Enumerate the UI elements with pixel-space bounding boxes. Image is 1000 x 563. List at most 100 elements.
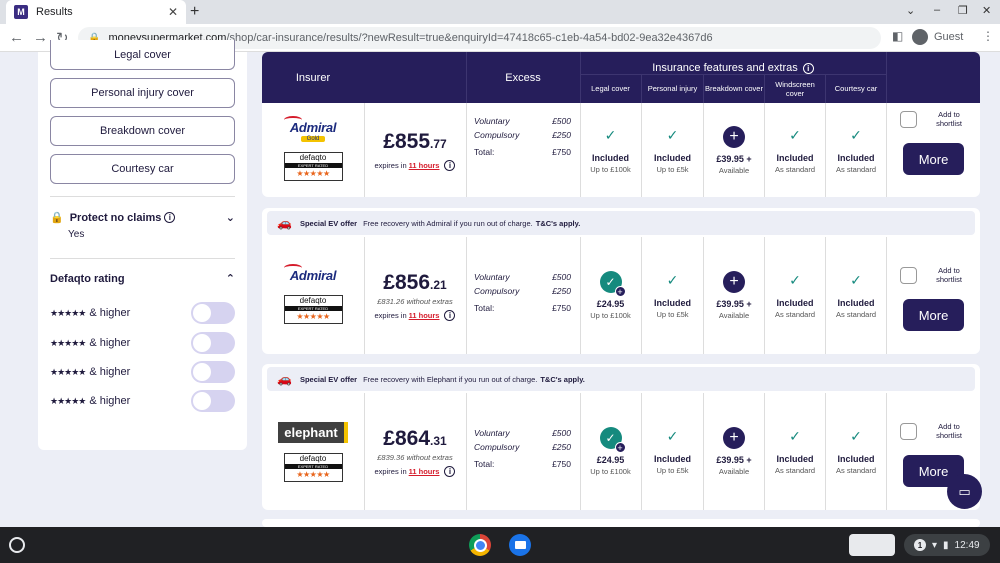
forward-icon[interactable]: →	[33, 29, 48, 46]
features-title-text: Insurance features and extras	[652, 62, 798, 74]
expires-hours[interactable]: 11 hours	[409, 311, 440, 320]
expires-notice: expires in 11 hours i	[375, 309, 456, 321]
check-icon: ✓	[850, 428, 862, 444]
voluntary-value: £500	[552, 272, 571, 282]
feature-sub: As standard	[774, 466, 816, 475]
chevron-down-icon[interactable]: ⌄	[906, 4, 915, 17]
expires-hours[interactable]: 11 hours	[409, 467, 440, 476]
divider	[580, 52, 581, 103]
price-major: £855	[383, 129, 431, 153]
info-icon[interactable]: i	[802, 63, 814, 74]
shortlist-checkbox[interactable]	[900, 422, 917, 440]
filter-breakdown-cover[interactable]: Breakdown cover	[50, 116, 235, 146]
profile-button[interactable]: Guest	[912, 29, 963, 45]
add-extra-icon[interactable]: +	[723, 271, 745, 293]
chat-icon[interactable]: ▭	[947, 474, 982, 509]
filter-personal-injury-cover[interactable]: Personal injury cover	[50, 78, 235, 108]
price-major: £864	[383, 426, 431, 450]
shortlist-checkbox[interactable]	[900, 110, 917, 128]
rating-label: & higher	[89, 337, 131, 349]
shortlist-control[interactable]: Add to shortlist	[900, 110, 967, 128]
minimize-icon[interactable]: –	[934, 4, 940, 16]
side-panel-icon[interactable]: ◧	[892, 29, 903, 43]
defaqto-name: defaqto	[299, 295, 327, 305]
battery-icon: ▮	[943, 539, 949, 551]
feature-windscreen-cover: ✓ Included As standard	[765, 103, 825, 197]
filter-legal-cover[interactable]: Legal cover	[50, 40, 235, 70]
feature-value: Included	[837, 454, 875, 464]
rating-filter-row: ★★★★★ & higher	[50, 332, 235, 354]
launcher-icon[interactable]	[9, 537, 25, 553]
shortlist-control[interactable]: Add to shortlist	[900, 422, 967, 440]
defaqto-rating-label: Defaqto rating	[50, 272, 125, 285]
feature-sub: As standard	[774, 310, 816, 319]
ev-offer-text: Free recovery with Admiral if you run ou…	[363, 218, 533, 228]
result-card-partial	[262, 519, 980, 527]
info-icon[interactable]: i	[444, 465, 456, 477]
more-button[interactable]: More	[903, 143, 964, 175]
car-icon: 🚗	[277, 372, 292, 386]
divider	[466, 393, 467, 510]
ev-offer-text: Free recovery with Elephant if you run o…	[363, 374, 538, 384]
header-personal-injury: Personal injury	[647, 84, 698, 94]
info-icon[interactable]: i	[444, 309, 456, 321]
defaqto-rating-heading[interactable]: Defaqto rating ⌃	[50, 272, 235, 286]
close-window-icon[interactable]: ✕	[982, 4, 991, 17]
info-icon[interactable]: i	[444, 159, 456, 171]
info-icon[interactable]: i	[164, 212, 176, 223]
filter-courtesy-car[interactable]: Courtesy car	[50, 154, 235, 184]
chevron-up-icon[interactable]: ⌃	[226, 272, 235, 285]
check-add-icon[interactable]: ✓ +	[599, 427, 626, 453]
shortlist-checkbox[interactable]	[900, 266, 917, 284]
protect-no-claims-section[interactable]: 🔒 Protect no claims i ⌄ Yes	[50, 211, 235, 241]
status-tray[interactable]: 1 ▾ ▮ 12:49	[904, 534, 990, 556]
window-thumbnail[interactable]	[849, 534, 895, 556]
feature-value: Included	[776, 298, 814, 308]
menu-icon[interactable]: ⋮	[982, 29, 994, 43]
feature-breakdown-cover: + £39.95 + Available	[704, 393, 764, 510]
new-tab-icon[interactable]: +	[190, 3, 199, 21]
back-icon[interactable]: ←	[9, 29, 24, 46]
more-button[interactable]: More	[903, 299, 964, 331]
insurer-logo-cell: Admiral defaqto EXPERT RATED ★★★★★	[262, 237, 364, 354]
feature-value: £24.95	[596, 455, 625, 465]
price-cell: £855.77 expires in 11 hours i	[364, 103, 466, 197]
compulsory-value: £250	[552, 442, 571, 452]
chrome-icon[interactable]	[469, 534, 491, 556]
expires-prefix: expires in	[374, 160, 407, 170]
header-courtesy-car: Courtesy car	[834, 84, 878, 94]
close-tab-icon[interactable]: ✕	[168, 5, 178, 19]
rating-toggle[interactable]	[191, 302, 235, 324]
shortlist-label: Add to shortlist	[936, 110, 962, 128]
excess-breakdown: Voluntary £500 Compulsory £250 Total: £750	[474, 272, 571, 317]
stars-icon: ★★★★★	[50, 366, 86, 377]
ev-offer-tcs-link[interactable]: T&C's apply.	[536, 219, 581, 228]
feature-sub: Available	[718, 467, 750, 476]
check-icon: ✓	[850, 272, 862, 288]
check-add-icon[interactable]: ✓ +	[599, 271, 626, 297]
rating-filter-row: ★★★★★ & higher	[50, 390, 235, 412]
result-card: 🚗 Special EV offer Free recovery with El…	[262, 364, 980, 510]
rating-toggle[interactable]	[191, 390, 235, 412]
price-cell: £856.21 £831.26 without extras expires i…	[364, 237, 466, 354]
tab-title: Results	[36, 6, 73, 18]
divider	[50, 258, 235, 259]
rating-toggle[interactable]	[191, 361, 235, 383]
expires-hours[interactable]: 11 hours	[409, 161, 440, 170]
chevron-down-icon[interactable]: ⌄	[226, 211, 235, 224]
rating-toggle[interactable]	[191, 332, 235, 354]
defaqto-stars: ★★★★★	[296, 311, 330, 321]
defaqto-stars: ★★★★★	[296, 168, 330, 178]
restore-icon[interactable]: ❐	[958, 4, 968, 17]
browser-tab[interactable]: M Results ✕	[6, 0, 186, 24]
ev-offer-tcs-link[interactable]: T&C's apply.	[540, 375, 585, 384]
files-icon[interactable]	[509, 534, 531, 556]
feature-personal-injury: ✓ Included Up to £5k	[642, 103, 703, 197]
add-extra-icon[interactable]: +	[723, 125, 745, 148]
rating-filter-row: ★★★★★ & higher	[50, 302, 235, 324]
shortlist-control[interactable]: Add to shortlist	[900, 266, 967, 284]
total-value: £750	[552, 459, 571, 469]
insurer-logo-cell: Admiral Gold defaqto EXPERT RATED ★★★★★	[262, 103, 364, 197]
add-extra-icon[interactable]: +	[723, 427, 745, 449]
price-major: £856	[383, 270, 431, 294]
